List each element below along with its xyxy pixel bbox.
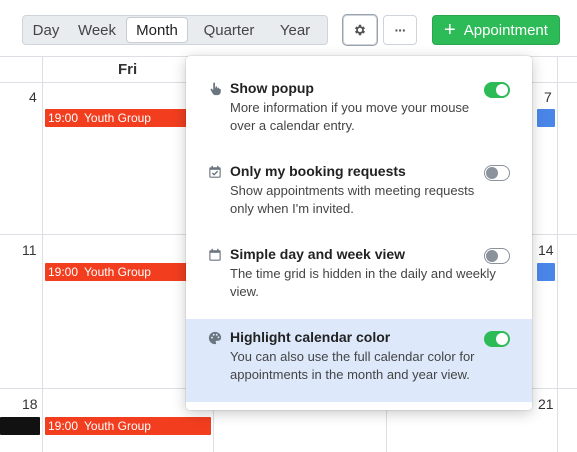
- day-number: 21: [538, 396, 554, 412]
- more-dots-icon: ···: [394, 22, 407, 38]
- view-day-button[interactable]: Day: [25, 18, 67, 42]
- settings-button[interactable]: [343, 15, 377, 45]
- gear-icon: [354, 24, 366, 36]
- settings-dropdown: Show popup More information if you move …: [186, 56, 532, 410]
- option-description: You can also use the full calendar color…: [230, 349, 475, 382]
- option-highlight-calendar-color[interactable]: Highlight calendar color You can also us…: [186, 319, 532, 402]
- palette-icon: [208, 331, 222, 345]
- toggle-knob: [486, 166, 498, 179]
- view-month-button[interactable]: Month: [127, 18, 187, 42]
- calendar-event-blue[interactable]: [537, 263, 555, 281]
- day-number: 14: [538, 242, 554, 258]
- option-description: The time grid is hidden in the daily and…: [230, 266, 496, 299]
- column-header-fri: Fri: [118, 61, 138, 78]
- only-my-booking-requests-toggle[interactable]: [484, 165, 510, 181]
- simple-day-week-view-toggle[interactable]: [484, 248, 510, 264]
- view-switcher: Day Week Month Quarter Year: [22, 15, 328, 45]
- highlight-calendar-color-toggle[interactable]: [484, 331, 510, 347]
- event-title: Youth Group: [84, 419, 151, 433]
- view-quarter-button[interactable]: Quarter: [189, 18, 269, 42]
- calendar-event[interactable]: 19:00 Youth Group: [45, 109, 205, 127]
- new-appointment-button[interactable]: + Appointment: [432, 15, 560, 45]
- event-title: Youth Group: [84, 265, 151, 279]
- plus-icon: +: [444, 19, 456, 41]
- calendar-event-blue[interactable]: [537, 109, 555, 127]
- option-title: Show popup: [230, 80, 314, 96]
- new-appointment-label: Appointment: [463, 21, 548, 39]
- toggle-knob: [496, 84, 508, 96]
- day-number: 11: [22, 242, 37, 258]
- event-time: 19:00: [48, 111, 79, 125]
- day-number: 4: [29, 89, 37, 105]
- option-only-my-booking-requests[interactable]: Only my booking requests Show appointmen…: [186, 153, 532, 236]
- toggle-knob: [496, 333, 508, 345]
- more-options-button[interactable]: ···: [383, 15, 417, 45]
- grid-line: [557, 56, 558, 452]
- pointer-hand-icon: [210, 82, 221, 96]
- toggle-knob: [486, 249, 498, 262]
- calendar-event[interactable]: 19:00 Youth Group: [45, 263, 205, 281]
- event-time: 19:00: [48, 419, 79, 433]
- option-simple-day-week-view[interactable]: Simple day and week view The time grid i…: [186, 236, 532, 319]
- show-popup-toggle[interactable]: [484, 82, 510, 98]
- view-year-button[interactable]: Year: [271, 18, 319, 42]
- day-number: 18: [22, 396, 38, 412]
- calendar-event-black[interactable]: [0, 417, 40, 435]
- grid-line: [42, 56, 43, 452]
- option-title: Simple day and week view: [230, 246, 406, 262]
- option-show-popup[interactable]: Show popup More information if you move …: [186, 70, 532, 153]
- event-title: Youth Group: [84, 111, 151, 125]
- option-title: Highlight calendar color: [230, 329, 391, 345]
- calendar-icon: [209, 248, 221, 261]
- option-description: Show appointments with meeting requests …: [230, 183, 475, 216]
- calendar-event[interactable]: 19:00 Youth Group: [45, 417, 211, 435]
- event-time: 19:00: [48, 265, 79, 279]
- view-week-button[interactable]: Week: [69, 18, 125, 42]
- day-number: 7: [544, 89, 552, 105]
- option-title: Only my booking requests: [230, 163, 406, 179]
- option-description: More information if you move your mouse …: [230, 100, 470, 133]
- calendar-check-icon: [209, 165, 221, 178]
